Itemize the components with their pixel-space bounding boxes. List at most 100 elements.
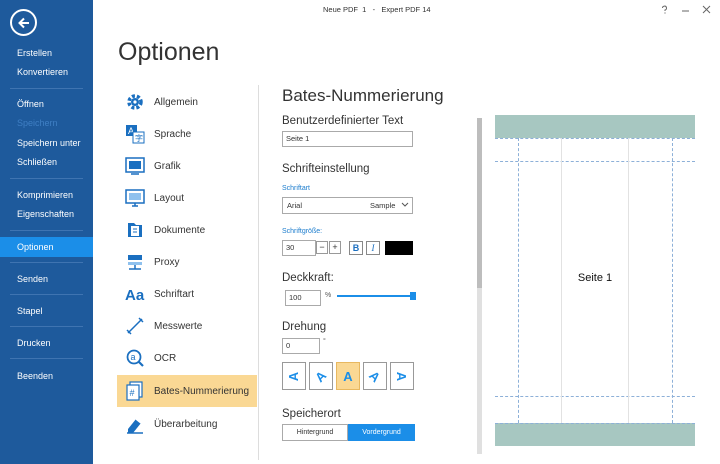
- nav-item-drucken[interactable]: Drucken: [0, 333, 93, 353]
- preview-guide: [495, 396, 695, 397]
- category-label: Grafik: [154, 160, 181, 172]
- bold-button[interactable]: B: [349, 241, 363, 255]
- nav-item-schliessen[interactable]: Schließen: [0, 152, 93, 172]
- category-label: Layout: [154, 192, 185, 204]
- page-title: Optionen: [118, 38, 220, 66]
- rotated-a-glyph: A: [366, 367, 384, 385]
- nav-item-konvertieren[interactable]: Konvertieren: [0, 62, 93, 82]
- nav-item-komprimieren[interactable]: Komprimieren: [0, 185, 93, 205]
- nav-item-erstellen[interactable]: Erstellen: [0, 43, 93, 63]
- category-sprache[interactable]: A字 Sprache: [117, 118, 257, 150]
- rotation-input[interactable]: 0: [282, 338, 320, 354]
- category-allgemein[interactable]: Allgemein: [117, 86, 257, 118]
- category-label: OCR: [154, 352, 177, 364]
- font-color-swatch[interactable]: [385, 241, 413, 255]
- font-family-select[interactable]: Arial Sample: [282, 197, 413, 214]
- close-button[interactable]: [699, 2, 713, 16]
- chevron-down-icon: [401, 200, 409, 210]
- minimize-button[interactable]: [678, 2, 692, 16]
- rotation-option-0[interactable]: A: [336, 362, 360, 390]
- location-background-button[interactable]: Hintergrund: [282, 424, 348, 441]
- rotation-option-315[interactable]: A: [309, 362, 333, 390]
- preview-guide: [495, 161, 695, 162]
- nav-item-eigenschaften[interactable]: Eigenschaften: [0, 204, 93, 224]
- custom-text-label: Benutzerdefinierter Text: [282, 115, 404, 127]
- nav-item-speichern: Speichern: [17, 118, 58, 128]
- nav-separator: [10, 326, 83, 327]
- category-label: Sprache: [154, 128, 192, 140]
- nav-separator: [10, 294, 83, 295]
- title-bar: Neue PDF 1 - Expert PDF 14: [93, 0, 720, 20]
- back-arrow-icon: [17, 17, 29, 28]
- rotated-a-glyph: A: [286, 371, 302, 381]
- category-ocr[interactable]: a OCR: [117, 342, 257, 374]
- svg-text:字: 字: [135, 133, 143, 143]
- opacity-label: Deckkraft:: [282, 272, 334, 284]
- category-layout[interactable]: Layout: [117, 182, 257, 214]
- rotation-unit: °: [323, 338, 326, 345]
- nav-item-speichern-unter[interactable]: Speichern unter: [0, 133, 93, 153]
- rotated-a-glyph: A: [394, 371, 410, 381]
- nav-item-optionen[interactable]: Optionen: [0, 237, 93, 257]
- category-label: Messwerte: [154, 320, 203, 332]
- rotated-a-glyph: A: [312, 367, 330, 385]
- opacity-slider-thumb[interactable]: [410, 292, 416, 300]
- ocr-icon: a: [124, 347, 146, 369]
- rotation-option-45[interactable]: A: [363, 362, 387, 390]
- nav-item-beenden[interactable]: Beenden: [0, 366, 93, 386]
- category-label: Bates-Nummerierung: [154, 385, 250, 397]
- language-icon: A字: [124, 123, 146, 145]
- category-bates-nummerierung[interactable]: # Bates-Nummerierung: [117, 375, 257, 407]
- settings-scrollbar-thumb[interactable]: [477, 118, 482, 288]
- nav-item-stapel[interactable]: Stapel: [0, 301, 93, 321]
- font-family-value: Arial: [287, 201, 303, 210]
- rotation-option-270[interactable]: A: [282, 362, 306, 390]
- layout-icon: [124, 187, 146, 209]
- nav-separator: [10, 178, 83, 179]
- settings-title: Bates-Nummerierung: [282, 86, 444, 105]
- back-button[interactable]: [10, 9, 37, 36]
- category-label: Proxy: [154, 256, 180, 268]
- nav-separator: [10, 262, 83, 263]
- italic-button[interactable]: I: [366, 241, 380, 255]
- documents-icon: [124, 219, 146, 241]
- rotated-a-glyph: A: [343, 368, 353, 384]
- close-icon: [702, 5, 710, 13]
- measure-icon: [124, 315, 146, 337]
- location-foreground-button[interactable]: Vordergrund: [348, 424, 415, 441]
- category-label: Schriftart: [154, 288, 195, 300]
- nav-item-oeffnen[interactable]: Öffnen: [0, 94, 93, 114]
- preview-footer-band: [495, 423, 695, 446]
- rotation-option-90[interactable]: A: [390, 362, 414, 390]
- help-icon: [661, 5, 667, 14]
- preview-header-band: [495, 115, 695, 138]
- nav-item-senden[interactable]: Senden: [0, 269, 93, 289]
- font-size-input[interactable]: 30: [282, 240, 316, 256]
- category-ueberarbeitung[interactable]: Überarbeitung: [117, 408, 257, 440]
- font-size-increase-button[interactable]: +: [329, 241, 341, 254]
- nav-separator: [10, 358, 83, 359]
- window-title: Neue PDF 1 - Expert PDF 14: [323, 5, 431, 14]
- preview-guide: [495, 423, 695, 424]
- category-proxy[interactable]: Proxy: [117, 246, 257, 278]
- category-label: Überarbeitung: [154, 418, 218, 430]
- font-family-label: Schriftart: [282, 185, 311, 192]
- font-size-label: Schriftgröße:: [282, 228, 323, 235]
- category-grafik[interactable]: Grafik: [117, 150, 257, 182]
- opacity-unit: %: [325, 292, 332, 299]
- svg-text:#: #: [130, 388, 135, 398]
- help-button[interactable]: [657, 2, 671, 16]
- minimize-icon: [681, 10, 689, 11]
- category-label: Dokumente: [154, 224, 206, 236]
- category-dokumente[interactable]: Dokumente: [117, 214, 257, 246]
- category-schriftart[interactable]: Aa Schriftart: [117, 278, 257, 310]
- preview-guide: [495, 138, 695, 139]
- nav-separator: [10, 88, 83, 89]
- font-size-decrease-button[interactable]: −: [316, 241, 328, 254]
- opacity-input[interactable]: 100: [285, 290, 321, 306]
- category-messwerte[interactable]: Messwerte: [117, 310, 257, 342]
- opacity-slider-track[interactable]: [337, 295, 415, 297]
- category-label: Allgemein: [154, 96, 198, 108]
- svg-text:a: a: [131, 352, 136, 362]
- custom-text-input[interactable]: Seite 1: [282, 131, 413, 147]
